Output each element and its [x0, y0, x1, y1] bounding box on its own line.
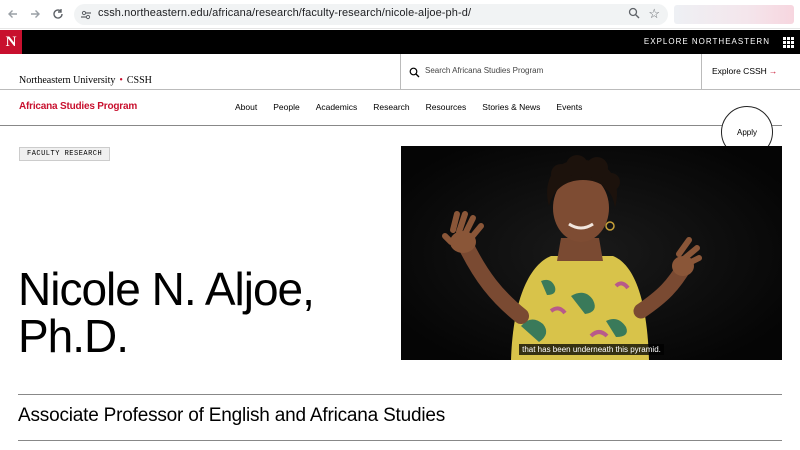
nav-item-people[interactable]: People [273, 102, 299, 112]
bookmark-star-icon[interactable]: ☆ [648, 6, 660, 22]
profile-video[interactable]: that has been underneath this pyramid. [401, 146, 782, 360]
back-icon[interactable] [4, 5, 22, 23]
page-title: Nicole N. Aljoe, Ph.D. [18, 266, 378, 360]
nav-item-academics[interactable]: Academics [316, 102, 358, 112]
explore-northeastern-link[interactable]: EXPLORE NORTHEASTERN [644, 37, 770, 46]
program-header: Africana Studies Program About People Ac… [0, 90, 782, 126]
profile-area[interactable] [674, 5, 794, 24]
page-title-line1: Nicole N. Aljoe, [18, 263, 315, 315]
university-wordmark[interactable]: Northeastern University • CSSH [19, 75, 152, 86]
university-name: Northeastern University [19, 75, 116, 86]
college-name: CSSH [126, 75, 152, 86]
browser-toolbar: cssh.northeastern.edu/africana/research/… [0, 0, 800, 29]
global-top-bar: N EXPLORE NORTHEASTERN [0, 30, 800, 54]
reload-icon[interactable] [49, 5, 67, 23]
site-info-icon[interactable] [80, 8, 92, 26]
program-name-link[interactable]: Africana Studies Program [19, 101, 137, 112]
nav-item-research[interactable]: Research [373, 102, 409, 112]
faculty-research-tag[interactable]: FACULTY RESEARCH [19, 147, 111, 161]
job-title: Associate Professor of English and Afric… [18, 405, 446, 426]
grid-menu-icon[interactable] [783, 37, 794, 48]
site-header: Northeastern University • CSSH Search Afri… [0, 54, 800, 90]
arrow-right-icon: → [768, 66, 778, 76]
explore-cssh-label: Explore CSSH [712, 66, 767, 76]
nav-item-resources[interactable]: Resources [426, 102, 467, 112]
video-caption: that has been underneath this pyramid. [401, 339, 782, 357]
forward-icon[interactable] [26, 5, 44, 23]
search-input[interactable]: Search Africana Studies Program [425, 66, 543, 75]
url-text[interactable]: cssh.northeastern.edu/africana/research/… [98, 7, 471, 19]
nav-item-about[interactable]: About [235, 102, 257, 112]
explore-cssh-link[interactable]: Explore CSSH → [712, 66, 777, 76]
separator-dot: • [119, 75, 123, 86]
video-caption-text: that has been underneath this pyramid. [519, 344, 664, 355]
main-nav: About People Academics Research Resource… [235, 102, 582, 112]
nav-item-stories-news[interactable]: Stories & News [482, 102, 540, 112]
nav-item-events[interactable]: Events [556, 102, 582, 112]
northeastern-logo[interactable]: N [0, 30, 22, 54]
divider [18, 394, 782, 395]
zoom-icon[interactable] [628, 7, 640, 22]
search-icon [409, 65, 420, 83]
divider [18, 440, 782, 441]
page-title-line2: Ph.D. [18, 310, 129, 362]
address-bar[interactable]: cssh.northeastern.edu/africana/research/… [74, 4, 668, 25]
search-box[interactable]: Search Africana Studies Program [400, 54, 702, 89]
video-frame-image [401, 146, 782, 360]
